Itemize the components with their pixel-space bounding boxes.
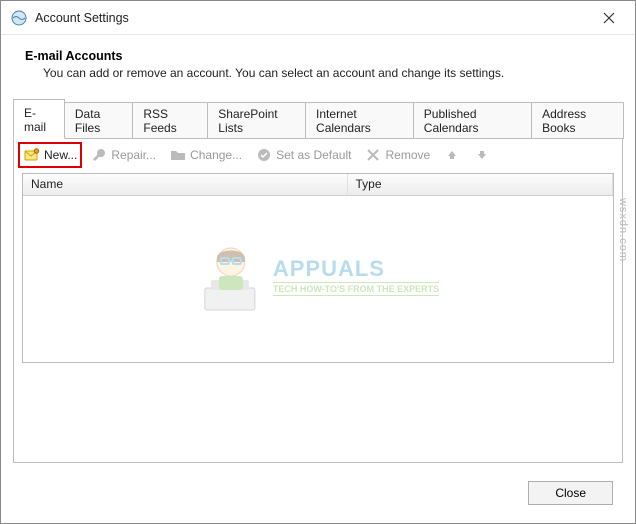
account-settings-window: Account Settings E-mail Accounts You can… bbox=[0, 0, 636, 524]
change-button: Change... bbox=[166, 145, 246, 165]
watermark-mascot-icon bbox=[197, 236, 267, 316]
accounts-list[interactable]: Name Type bbox=[22, 173, 614, 363]
folder-change-icon bbox=[170, 147, 186, 163]
page-title: E-mail Accounts bbox=[25, 49, 611, 63]
header-block: E-mail Accounts You can add or remove an… bbox=[1, 35, 635, 92]
new-label: New... bbox=[44, 148, 77, 162]
tab-internet-calendars[interactable]: Internet Calendars bbox=[305, 102, 414, 139]
app-icon bbox=[11, 10, 27, 26]
repair-button: Repair... bbox=[87, 145, 160, 165]
tab-data-files[interactable]: Data Files bbox=[64, 102, 133, 139]
arrow-up-icon bbox=[444, 147, 460, 163]
set-default-label: Set as Default bbox=[276, 148, 351, 162]
set-default-button: Set as Default bbox=[252, 145, 355, 165]
remove-label: Remove bbox=[385, 148, 430, 162]
watermark-text: APPUALS TECH HOW-TO'S FROM THE EXPERTS bbox=[273, 256, 439, 296]
toolbar: New... Repair... Change... Set as Defaul… bbox=[14, 139, 622, 169]
remove-button: Remove bbox=[361, 145, 434, 165]
tab-published-calendars[interactable]: Published Calendars bbox=[413, 102, 532, 139]
tab-address-books[interactable]: Address Books bbox=[531, 102, 624, 139]
tab-panel-email: New... Repair... Change... Set as Defaul… bbox=[13, 138, 623, 463]
column-name[interactable]: Name bbox=[23, 174, 348, 195]
tabs-row: E-mail Data Files RSS Feeds SharePoint L… bbox=[13, 98, 623, 138]
window-title: Account Settings bbox=[35, 11, 589, 25]
footer: Close bbox=[1, 463, 635, 523]
watermark: APPUALS TECH HOW-TO'S FROM THE EXPERTS bbox=[197, 236, 439, 316]
repair-label: Repair... bbox=[111, 148, 156, 162]
close-button[interactable] bbox=[589, 4, 629, 32]
tab-sharepoint-lists[interactable]: SharePoint Lists bbox=[207, 102, 306, 139]
column-type[interactable]: Type bbox=[348, 174, 614, 195]
tab-rss-feeds[interactable]: RSS Feeds bbox=[132, 102, 208, 139]
move-up-button bbox=[440, 145, 464, 165]
arrow-down-icon bbox=[474, 147, 490, 163]
close-icon bbox=[603, 12, 615, 24]
wrench-icon bbox=[91, 147, 107, 163]
page-description: You can add or remove an account. You ca… bbox=[43, 66, 611, 80]
remove-x-icon bbox=[365, 147, 381, 163]
list-header: Name Type bbox=[23, 174, 613, 196]
titlebar: Account Settings bbox=[1, 1, 635, 35]
close-dialog-button[interactable]: Close bbox=[528, 481, 613, 505]
tab-email[interactable]: E-mail bbox=[13, 99, 65, 139]
mail-new-icon bbox=[24, 147, 40, 163]
watermark-tagline: TECH HOW-TO'S FROM THE EXPERTS bbox=[273, 282, 439, 296]
check-circle-icon bbox=[256, 147, 272, 163]
move-down-button bbox=[470, 145, 494, 165]
change-label: Change... bbox=[190, 148, 242, 162]
watermark-brand: APPUALS bbox=[273, 256, 439, 282]
new-button[interactable]: New... bbox=[20, 145, 81, 165]
